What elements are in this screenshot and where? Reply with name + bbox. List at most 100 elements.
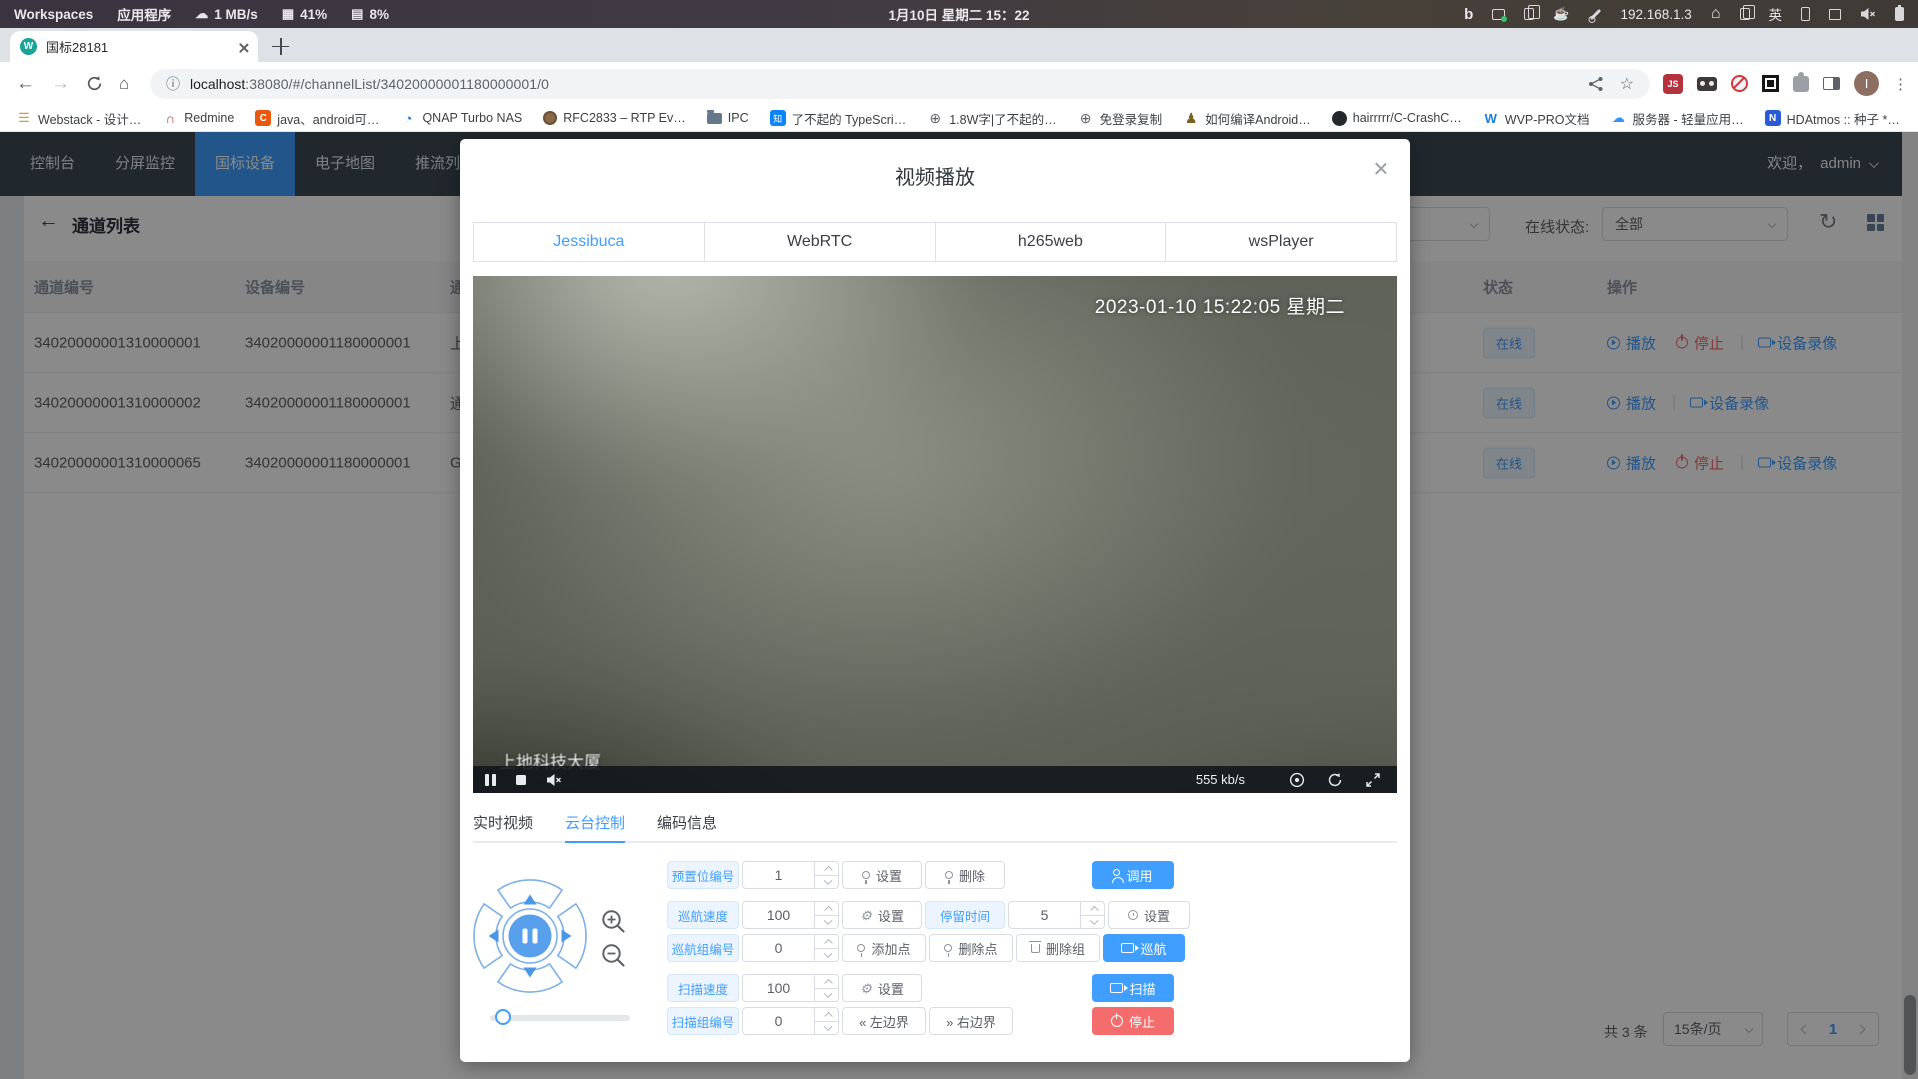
ptz-right-button[interactable] (558, 904, 586, 968)
bookmark-redmine[interactable]: ∩Redmine (162, 110, 234, 126)
spinner-down[interactable] (815, 915, 838, 929)
phone-tray-icon[interactable] (1801, 7, 1810, 21)
spinner-down[interactable] (815, 875, 838, 889)
coffee-tray-icon[interactable]: ☕ (1553, 6, 1569, 22)
tab-jessibuca[interactable]: Jessibuca (474, 223, 705, 261)
stop-icon[interactable] (516, 775, 526, 785)
tab-codec-info[interactable]: 编码信息 (657, 806, 717, 841)
zoom-out-button[interactable] (600, 942, 627, 969)
cruise-speed-set-button[interactable]: ⚙设置 (842, 901, 922, 929)
left-boundary-button[interactable]: « 左边界 (842, 1007, 926, 1035)
screenshot-tray-icon[interactable] (1492, 9, 1505, 20)
tab-wsplayer[interactable]: wsPlayer (1166, 223, 1396, 261)
spinner-up[interactable] (815, 935, 838, 948)
bookmark-java[interactable]: Cjava、android可… (255, 109, 379, 128)
bookmark-wvp[interactable]: WWVP-PRO文档 (1483, 109, 1590, 128)
delete-group-button[interactable]: 删除组 (1016, 934, 1100, 962)
snapshot-icon[interactable] (1289, 772, 1305, 788)
tab-close-icon[interactable] (238, 42, 248, 52)
spinner-up[interactable] (815, 902, 838, 915)
refresh-icon[interactable] (1327, 772, 1343, 788)
bookmark-webstack[interactable]: ☰Webstack - 设计… (16, 109, 141, 128)
bookmark-zhihu[interactable]: 知了不起的 TypeScri… (770, 109, 907, 128)
ptz-up-button[interactable] (498, 880, 562, 908)
reload-icon[interactable] (86, 75, 103, 92)
tab-ptz-control[interactable]: 云台控制 (565, 806, 625, 841)
home-tray-icon[interactable]: ⌂ (1711, 5, 1721, 23)
spinner-down[interactable] (1081, 915, 1104, 929)
tab-h265web[interactable]: h265web (936, 223, 1167, 261)
ip-address[interactable]: 192.168.1.3 (1621, 7, 1692, 22)
bookmark-hdatmos[interactable]: NHDAtmos :: 种子 *… (1765, 109, 1900, 128)
fullscreen-icon[interactable] (1365, 772, 1381, 788)
glasses-extension-icon[interactable] (1697, 77, 1717, 91)
spinner-down[interactable] (815, 1021, 838, 1035)
applications-menu[interactable]: 应用程序 (117, 4, 171, 24)
video-player[interactable]: 2023-01-10 15:22:05 星期二 上地科技大厦 555 kb/s (473, 276, 1397, 793)
bing-tray-icon[interactable]: b (1464, 6, 1473, 23)
display-tray-icon[interactable] (1829, 9, 1841, 20)
spinner-down[interactable] (815, 948, 838, 962)
extensions-puzzle-icon[interactable] (1793, 76, 1809, 92)
cruise-speed-input[interactable] (742, 901, 839, 929)
bookmark-article[interactable]: ⊕1.8W字|了不起的… (927, 109, 1056, 128)
scan-speed-set-button[interactable]: ⚙设置 (842, 974, 922, 1002)
sidebar-icon[interactable] (1823, 77, 1840, 90)
scan-speed-input[interactable] (742, 974, 839, 1002)
tool-tray-icon[interactable] (1589, 8, 1600, 19)
workspaces-button[interactable]: Workspaces (14, 7, 93, 22)
input-method-indicator[interactable]: 英 (1769, 4, 1783, 24)
url-bar[interactable]: ⓘ localhost:38080/#/channelList/34020000… (150, 69, 1650, 99)
scan-group-input[interactable] (742, 1007, 839, 1035)
spinner-up[interactable] (1081, 902, 1104, 915)
pause-icon[interactable] (485, 774, 496, 786)
site-info-icon[interactable]: ⓘ (166, 74, 180, 94)
add-point-button[interactable]: 添加点 (842, 934, 926, 962)
clipboard-tray-icon[interactable] (1524, 8, 1534, 20)
browser-tab[interactable]: W 国标28181 (10, 31, 258, 62)
preset-number-input[interactable] (742, 861, 839, 889)
stop-button[interactable]: 停止 (1092, 1007, 1174, 1035)
preset-call-button[interactable]: 调用 (1092, 861, 1174, 889)
spinner-up[interactable] (815, 975, 838, 988)
ptz-speed-slider[interactable] (490, 1015, 630, 1021)
profile-avatar[interactable]: I (1854, 71, 1879, 96)
new-tab-button[interactable] (272, 38, 289, 55)
right-boundary-button[interactable]: » 右边界 (929, 1007, 1013, 1035)
ptz-down-button[interactable] (498, 964, 562, 992)
dialog-close-icon[interactable] (1373, 161, 1388, 176)
cruise-group-input[interactable] (742, 934, 839, 962)
tab-webrtc[interactable]: WebRTC (705, 223, 936, 261)
ptz-left-button[interactable] (474, 904, 502, 968)
stay-time-input[interactable] (1008, 901, 1105, 929)
spinner-up[interactable] (815, 1008, 838, 1021)
slider-handle[interactable] (495, 1009, 511, 1025)
delete-point-button[interactable]: 删除点 (929, 934, 1013, 962)
stay-time-set-button[interactable]: 设置 (1108, 901, 1190, 929)
forward-icon[interactable]: → (51, 73, 70, 95)
windows-tray-icon[interactable] (1740, 8, 1750, 20)
zoom-in-button[interactable] (600, 908, 627, 935)
volume-muted-icon[interactable] (546, 773, 562, 787)
bookmark-android[interactable]: ♟如何编译Android… (1183, 109, 1311, 128)
share-icon[interactable] (1588, 76, 1604, 92)
js-extension-icon[interactable]: JS (1663, 74, 1683, 94)
tab-live-video[interactable]: 实时视频 (473, 806, 533, 841)
preset-set-button[interactable]: 设置 (842, 861, 922, 889)
dark-extension-icon[interactable] (1762, 75, 1779, 92)
volume-muted-icon[interactable] (1860, 7, 1876, 21)
spinner-down[interactable] (815, 988, 838, 1002)
preset-delete-button[interactable]: 删除 (925, 861, 1005, 889)
home-icon[interactable]: ⌂ (119, 74, 129, 94)
bookmark-github[interactable]: hairrrrr/C-CrashC… (1332, 111, 1462, 126)
bookmark-qnap[interactable]: ◔QNAP Turbo NAS (400, 110, 522, 126)
cruise-button[interactable]: 巡航 (1103, 934, 1185, 962)
scan-button[interactable]: 扫描 (1092, 974, 1174, 1002)
bookmark-folder-ipc[interactable]: IPC (707, 111, 749, 125)
ptz-direction-pad[interactable] (470, 876, 590, 996)
spinner-up[interactable] (815, 862, 838, 875)
back-icon[interactable]: ← (16, 73, 35, 95)
bookmark-rfc[interactable]: RFC2833 – RTP Ev… (543, 111, 686, 125)
bookmark-star-icon[interactable]: ☆ (1620, 74, 1634, 94)
browser-menu-icon[interactable]: ⋮ (1893, 75, 1908, 93)
